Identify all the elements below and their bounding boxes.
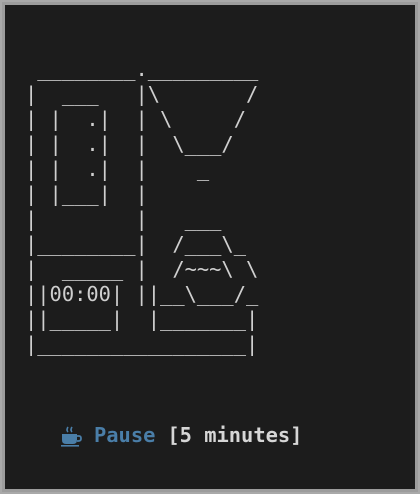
window-frame: ________._________ | ___ |\ / | | .| | \… xyxy=(2,2,418,492)
timer-status-line: Pause [5 minutes] xyxy=(60,423,302,448)
coffee-cup-icon xyxy=(61,426,82,447)
duration-label: [5 minutes] xyxy=(167,423,303,447)
pause-button[interactable]: Pause xyxy=(94,423,155,448)
terminal-screen: ________._________ | ___ |\ / | | .| | \… xyxy=(5,5,415,489)
coffee-machine-ascii-art: ________._________ | ___ |\ / | | .| | \… xyxy=(25,57,259,356)
